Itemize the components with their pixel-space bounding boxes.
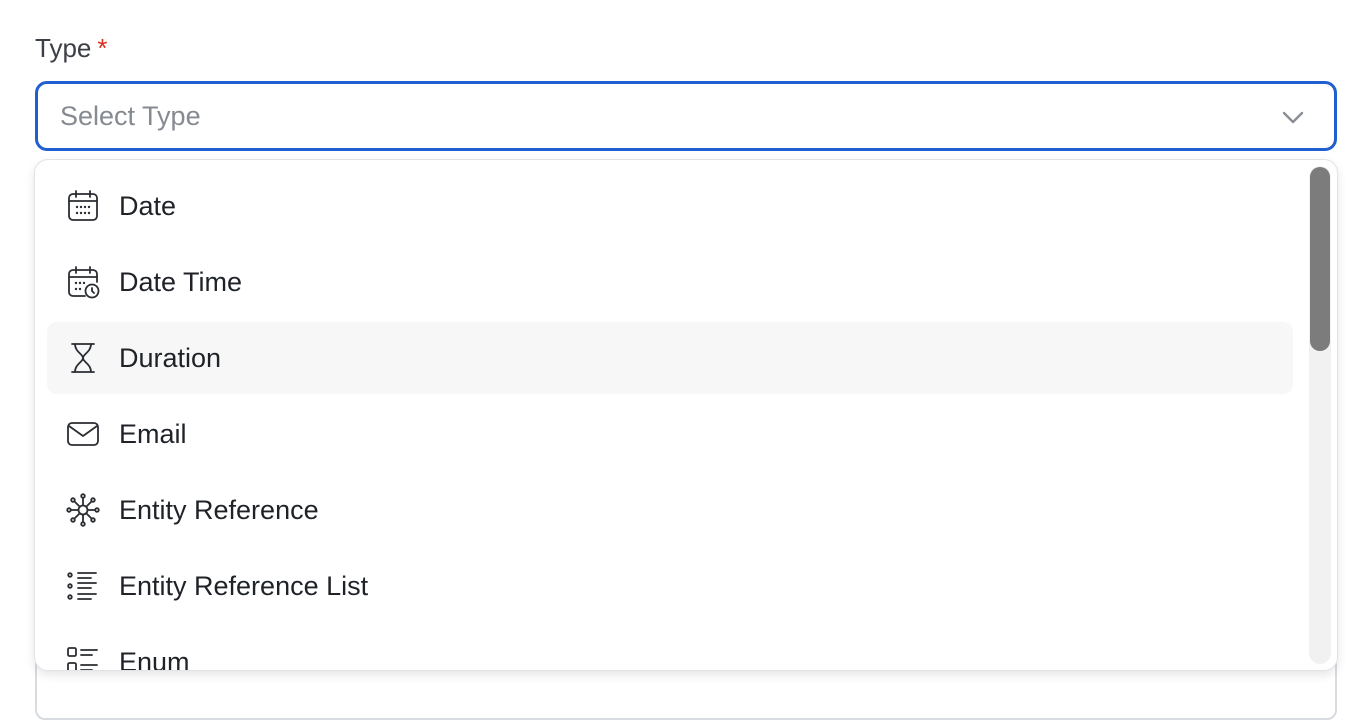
envelope-icon — [65, 416, 101, 452]
type-dropdown-menu: Date Date Time Duration Email Entity Ref… — [34, 159, 1338, 671]
field-label: Type * — [35, 30, 108, 66]
option-label: Entity Reference — [119, 495, 319, 525]
list-icon — [65, 568, 101, 604]
calendar-clock-icon — [65, 264, 101, 300]
network-icon — [65, 492, 101, 528]
chevron-down-icon[interactable] — [1280, 104, 1306, 130]
enum-list-icon — [65, 644, 101, 670]
dropdown-scrollbar[interactable] — [1309, 166, 1331, 664]
option-email[interactable]: Email — [47, 398, 1293, 470]
option-duration[interactable]: Duration — [47, 322, 1293, 394]
required-mark: * — [97, 33, 108, 63]
type-select[interactable]: Select Type — [35, 81, 1337, 151]
option-label: Enum — [119, 647, 190, 670]
option-label: Date Time — [119, 267, 243, 297]
select-placeholder: Select Type — [60, 101, 201, 131]
dropdown-list: Date Date Time Duration Email Entity Ref… — [35, 160, 1337, 670]
option-label: Date — [119, 191, 177, 221]
option-label: Entity Reference List — [119, 571, 369, 601]
option-label: Email — [119, 419, 187, 449]
option-label: Duration — [119, 343, 222, 373]
option-entity-reference[interactable]: Entity Reference — [47, 474, 1293, 546]
field-label-text: Type — [35, 33, 92, 63]
hourglass-icon — [65, 340, 101, 376]
option-enum[interactable]: Enum — [47, 626, 1293, 670]
option-date-time[interactable]: Date Time — [47, 246, 1293, 318]
calendar-icon — [65, 188, 101, 224]
scrollbar-thumb[interactable] — [1310, 167, 1330, 351]
option-date[interactable]: Date — [47, 170, 1293, 242]
option-entity-reference-list[interactable]: Entity Reference List — [47, 550, 1293, 622]
